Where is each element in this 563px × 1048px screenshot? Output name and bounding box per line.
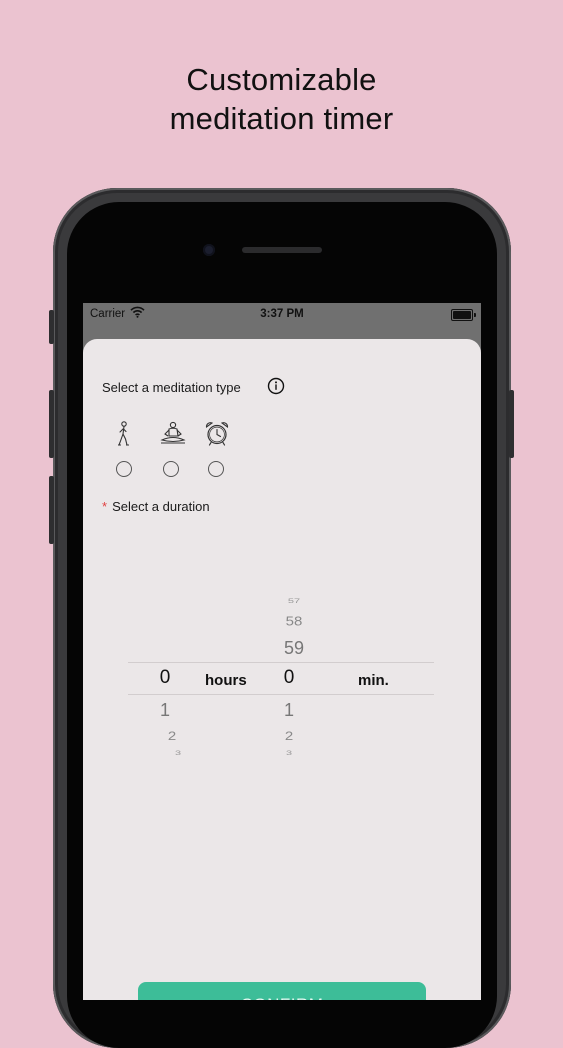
alarm-clock-icon[interactable] [204, 421, 230, 447]
hours-option-3[interactable]: 3 [158, 749, 198, 756]
hours-selected[interactable]: 0 [145, 667, 185, 689]
meditating-person-icon[interactable] [159, 421, 187, 447]
minutes-unit-label: min. [358, 672, 389, 689]
hours-option-1[interactable]: 1 [145, 700, 185, 721]
hours-unit-label: hours [205, 672, 247, 689]
walking-person-icon[interactable] [115, 421, 133, 447]
status-time: 3:37 PM [260, 308, 304, 320]
status-bar: Carrier 3:37 PM [83, 303, 481, 327]
picker-bottom-divider [128, 694, 434, 695]
earpiece-speaker [242, 247, 322, 253]
headline: Customizable meditation timer [0, 60, 563, 138]
duration-label: * Select a duration [102, 499, 210, 514]
minutes-option-3[interactable]: 3 [269, 749, 309, 756]
seated-type-radio[interactable] [163, 461, 179, 477]
duration-label-text: Select a duration [112, 499, 210, 514]
battery-icon [451, 309, 476, 321]
minutes-option-57[interactable]: 57 [274, 597, 314, 604]
minutes-option-1[interactable]: 1 [269, 700, 309, 721]
volume-down-button [49, 476, 54, 544]
mute-switch [49, 310, 54, 344]
phone-screen: Carrier 3:37 PM Select a meditation type [83, 303, 481, 1000]
meditation-type-label: Select a meditation type [102, 380, 241, 395]
volume-up-button [49, 390, 54, 458]
hours-option-2[interactable]: 2 [152, 730, 192, 744]
minutes-selected[interactable]: 0 [269, 667, 309, 689]
picker-top-divider [128, 662, 434, 663]
headline-line-2: meditation timer [169, 101, 394, 136]
info-icon[interactable] [267, 377, 285, 395]
required-asterisk: * [102, 499, 108, 514]
timer-sheet: Select a meditation type * Select a dura… [83, 339, 481, 1000]
walking-type-radio[interactable] [116, 461, 132, 477]
minutes-option-59[interactable]: 59 [274, 638, 314, 659]
minutes-option-58[interactable]: 58 [274, 614, 314, 628]
power-button [509, 390, 514, 458]
confirm-button[interactable]: CONFIRM [138, 982, 426, 1000]
minutes-option-2[interactable]: 2 [269, 730, 309, 744]
headline-line-1: Customizable [186, 62, 377, 97]
timer-type-radio[interactable] [208, 461, 224, 477]
front-camera [203, 244, 215, 256]
